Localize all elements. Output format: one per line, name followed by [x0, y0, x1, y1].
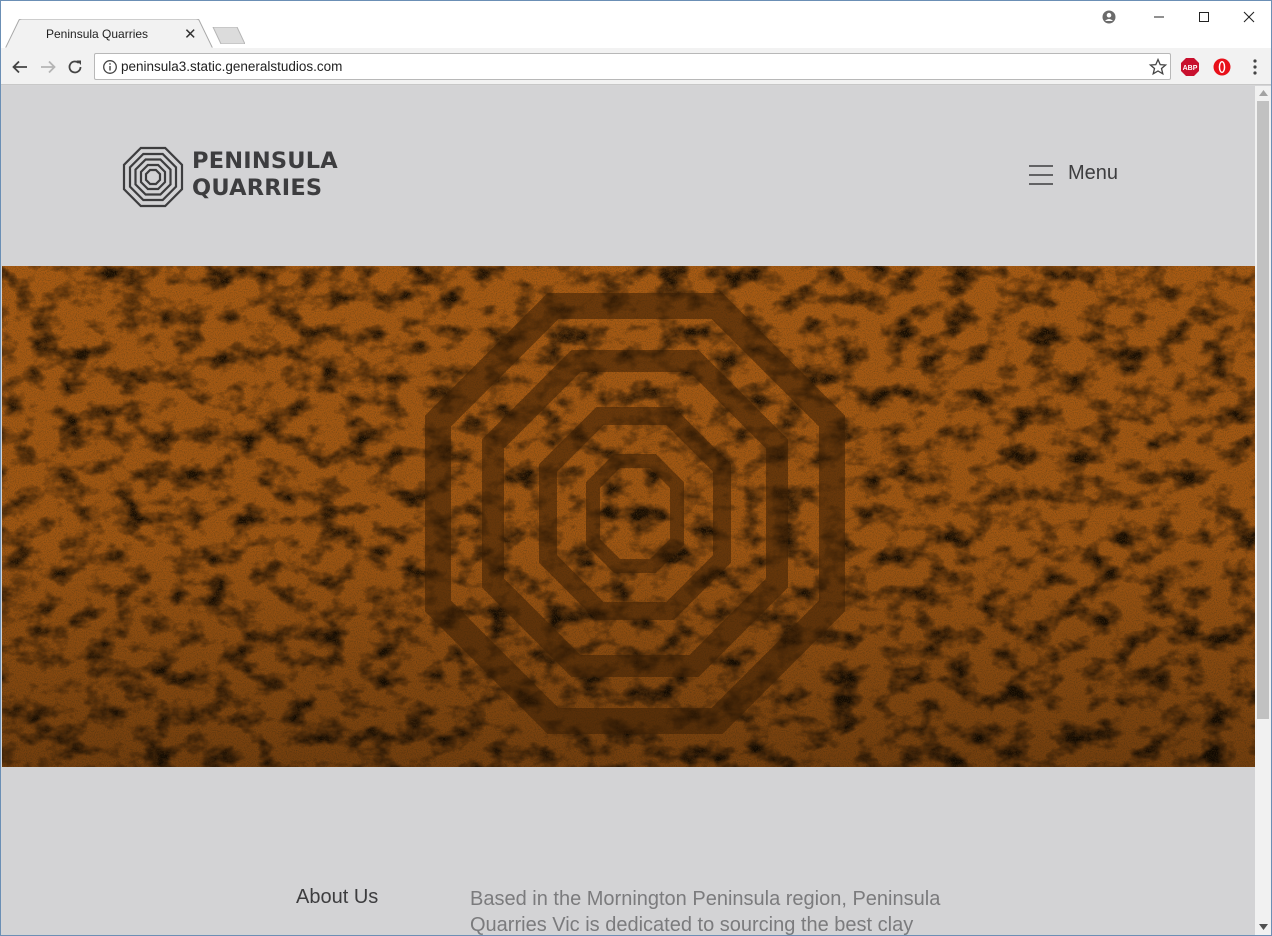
scroll-up-arrow-icon[interactable] [1259, 90, 1268, 96]
menu-button[interactable]: Menu [1029, 160, 1129, 190]
scroll-down-arrow-icon[interactable] [1259, 924, 1268, 930]
browser-toolbar: peninsula3.static.generalstudios.com ABP [1, 48, 1271, 85]
logo-line-1: PENINSULA [192, 148, 338, 174]
back-arrow-icon[interactable] [9, 56, 31, 78]
logo-text: PENINSULA QUARRIES [192, 148, 338, 202]
address-bar[interactable]: peninsula3.static.generalstudios.com [94, 53, 1171, 80]
close-window-button[interactable] [1226, 5, 1271, 29]
opera-icon[interactable] [1212, 57, 1232, 77]
maximize-button[interactable] [1181, 5, 1227, 29]
hero-rock-texture [2, 266, 1255, 767]
profile-icon[interactable] [1086, 5, 1132, 29]
about-paragraph: Based in the Mornington Peninsula region… [470, 886, 990, 936]
about-text-line-2: Quarries Vic is dedicated to sourcing th… [470, 914, 914, 936]
logo-line-2: QUARRIES [192, 175, 323, 201]
page-viewport: PENINSULA QUARRIES Menu About Us Based i… [2, 86, 1255, 936]
forward-arrow-icon[interactable] [37, 56, 59, 78]
site-logo[interactable]: PENINSULA QUARRIES [122, 146, 338, 208]
url-text[interactable]: peninsula3.static.generalstudios.com [121, 59, 342, 74]
about-heading: About Us [296, 886, 379, 908]
menu-label: Menu [1068, 162, 1119, 184]
reload-icon[interactable] [64, 56, 86, 78]
star-icon[interactable] [1148, 57, 1168, 77]
title-bar: Peninsula Quarries ✕ [1, 1, 1271, 49]
info-icon[interactable] [102, 59, 118, 75]
logo-octagon-icon [122, 146, 184, 208]
adblock-plus-icon[interactable]: ABP [1180, 57, 1200, 77]
tab-title: Peninsula Quarries [46, 27, 149, 41]
kebab-menu-icon[interactable] [1245, 57, 1265, 77]
hero-image [2, 266, 1255, 767]
minimize-button[interactable] [1136, 5, 1182, 29]
page-scrollbar[interactable] [1255, 86, 1271, 935]
adblock-label: ABP [1183, 65, 1198, 72]
hamburger-icon [1029, 165, 1053, 185]
browser-window: Peninsula Quarries ✕ peninsula3.static.g… [0, 0, 1272, 936]
tab-close-icon[interactable]: ✕ [184, 25, 197, 43]
about-text-line-1: Based in the Mornington Peninsula region… [470, 888, 941, 910]
scrollbar-thumb[interactable] [1257, 101, 1269, 719]
new-tab-button[interactable] [211, 27, 245, 44]
